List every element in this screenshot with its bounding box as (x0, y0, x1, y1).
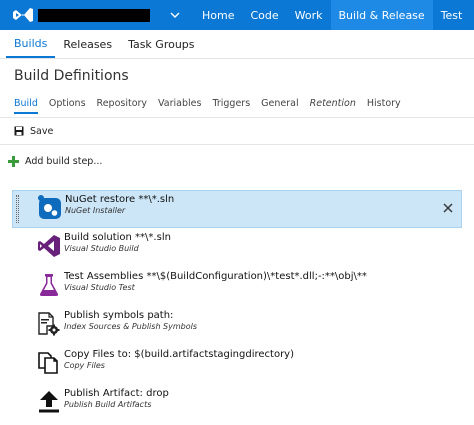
tab-build[interactable]: Build (14, 98, 38, 114)
build-step-test-assemblies[interactable]: Test Assemblies **\$(BuildConfiguration)… (12, 268, 462, 306)
tab-options[interactable]: Options (49, 98, 86, 114)
upload-icon (36, 389, 62, 415)
step-type: Visual Studio Build (64, 244, 139, 253)
vsts-logo-icon[interactable] (10, 0, 36, 30)
tab-general[interactable]: General (261, 98, 298, 114)
chevron-down-icon[interactable] (164, 0, 186, 30)
tab-history[interactable]: History (367, 98, 401, 114)
build-step-publish-artifact[interactable]: Publish Artifact: drop Publish Build Art… (12, 385, 462, 423)
visual-studio-icon (36, 233, 62, 259)
build-step-copy-files[interactable]: Copy Files to: $(build.artifactstagingdi… (12, 346, 462, 384)
page-title: Build Definitions (14, 68, 129, 84)
tab-task-groups[interactable]: Task Groups (120, 30, 202, 58)
step-name: Copy Files to: $(build.artifactstagingdi… (64, 349, 294, 360)
step-name: NuGet restore **\*.sln (65, 194, 175, 205)
account-name-redacted[interactable] (38, 8, 150, 22)
add-build-step-label: Add build step... (25, 156, 103, 167)
copy-files-icon (36, 350, 62, 376)
nav-test[interactable]: Test (433, 0, 471, 30)
nav-code[interactable]: Code (242, 0, 286, 30)
build-step-nuget-restore[interactable]: NuGet restore **\*.sln NuGet Installer (12, 190, 462, 228)
save-label: Save (30, 125, 54, 137)
step-type: NuGet Installer (65, 206, 126, 215)
step-name: Test Assemblies **\$(BuildConfiguration)… (64, 271, 367, 282)
nav-build-release[interactable]: Build & Release (330, 0, 433, 30)
definition-tabs: Build Options Repository Variables Trigg… (14, 98, 412, 114)
step-name: Build solution **\*.sln (64, 232, 171, 243)
step-name: Publish Artifact: drop (64, 388, 169, 399)
tab-repository[interactable]: Repository (97, 98, 148, 114)
build-steps-list: NuGet restore **\*.sln NuGet Installer B… (0, 182, 474, 425)
tab-builds[interactable]: Builds (6, 30, 56, 58)
step-type: Publish Build Artifacts (64, 400, 152, 409)
step-type: Visual Studio Test (64, 283, 135, 292)
step-name: Publish symbols path: (64, 310, 174, 321)
top-nav-bar: Home Code Work Build & Release Test (0, 0, 474, 30)
step-type: Index Sources & Publish Symbols (64, 322, 198, 331)
nav-work[interactable]: Work (287, 0, 331, 30)
step-type: Copy Files (64, 361, 105, 370)
add-build-step-button[interactable]: Add build step... (8, 156, 102, 167)
publish-symbols-icon (36, 311, 62, 337)
plus-icon (8, 156, 19, 167)
nav-home[interactable]: Home (194, 0, 242, 30)
close-icon[interactable] (441, 201, 455, 215)
tab-retention[interactable]: Retention (310, 98, 356, 114)
hub-nav: Home Code Work Build & Release Test (194, 0, 470, 30)
flask-icon (36, 272, 62, 298)
build-step-build-solution[interactable]: Build solution **\*.sln Visual Studio Bu… (12, 229, 462, 267)
drag-handle[interactable] (16, 195, 19, 223)
save-icon (14, 126, 24, 136)
definition-toolbar: Save (0, 117, 474, 145)
save-button[interactable]: Save (14, 126, 53, 137)
nuget-icon (37, 195, 63, 221)
build-step-publish-symbols[interactable]: Publish symbols path: Index Sources & Pu… (12, 307, 462, 345)
build-subtabs: Builds Releases Task Groups (0, 30, 474, 59)
tab-releases[interactable]: Releases (55, 30, 120, 58)
tab-triggers[interactable]: Triggers (212, 98, 250, 114)
tab-variables[interactable]: Variables (158, 98, 201, 114)
